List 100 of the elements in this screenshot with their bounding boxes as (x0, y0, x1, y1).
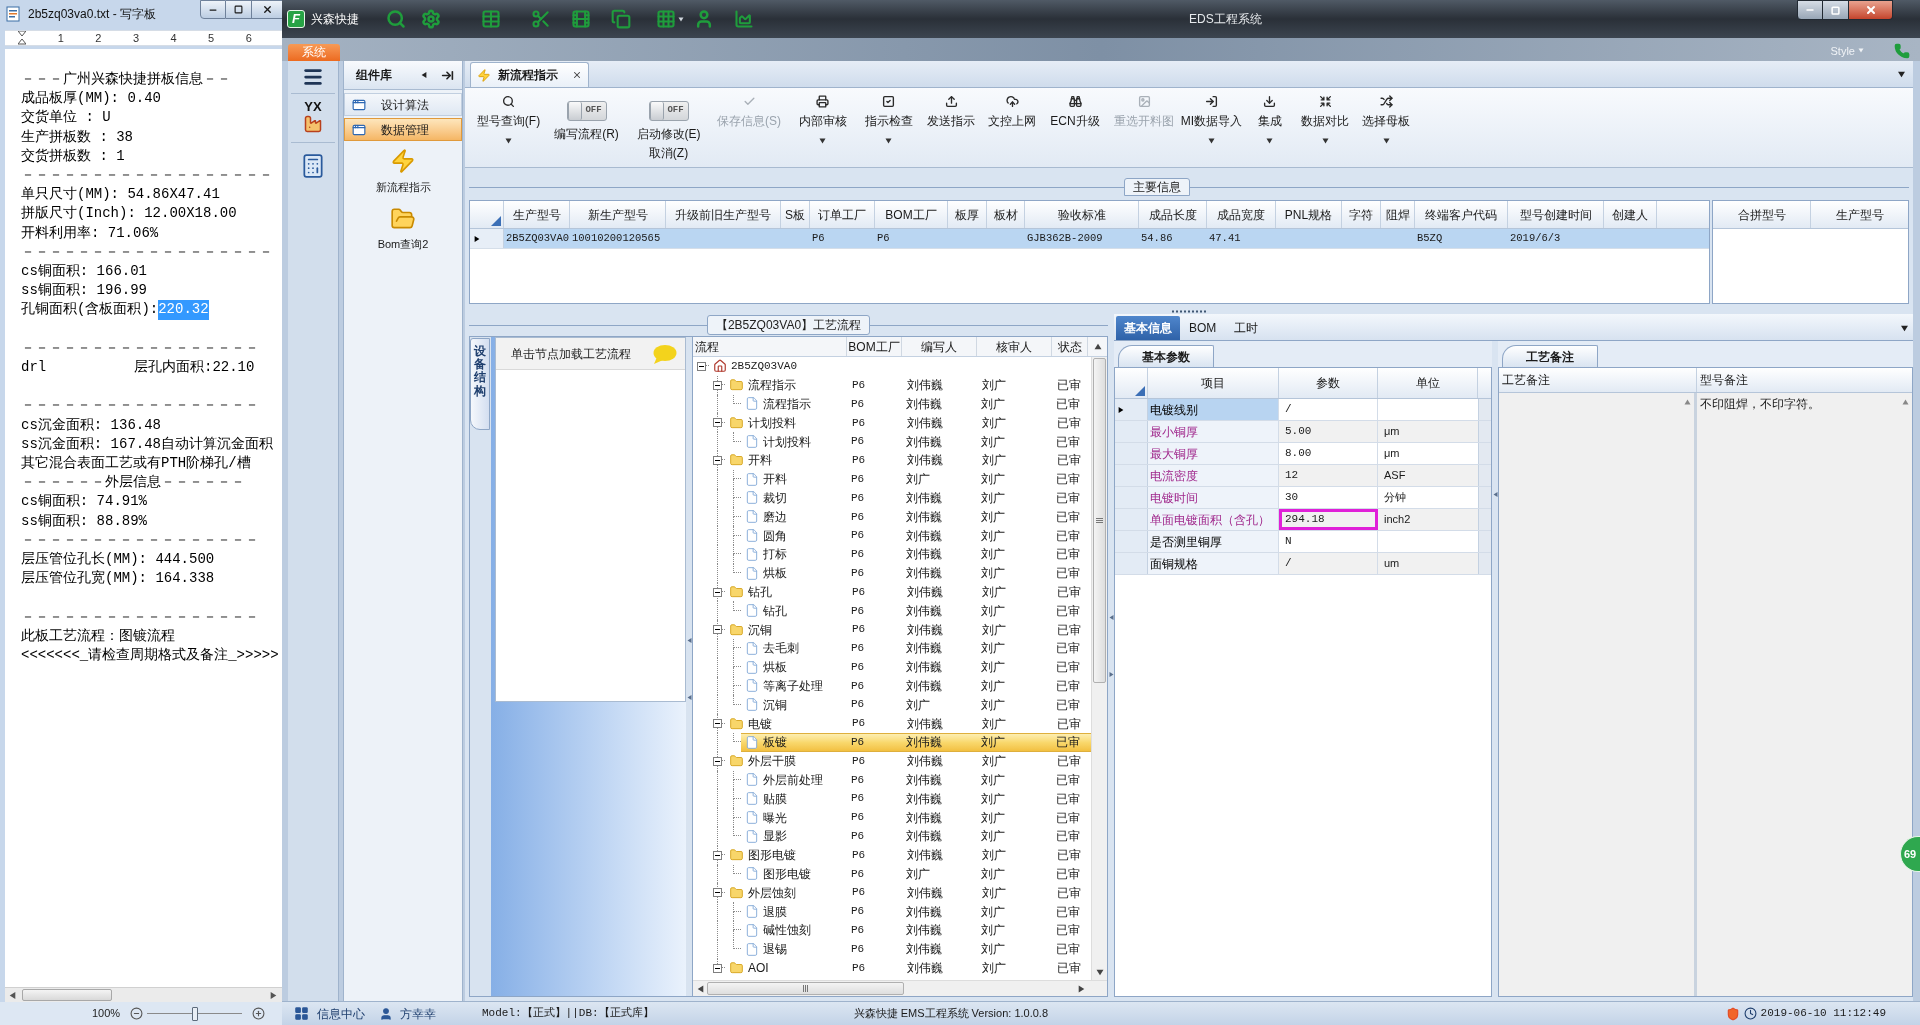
caret-left-icon[interactable] (421, 71, 427, 79)
scroll-left-icon[interactable] (697, 984, 704, 993)
tree-row[interactable]: 去毛刺 P6 刘伟巍 刘广 已审 (741, 638, 1091, 658)
remark-field[interactable] (1499, 393, 1697, 996)
tree-row[interactable]: 沉铜 P6 刘伟巍 刘广 已审 (725, 620, 1091, 639)
toolbar-button[interactable]: 型号查询(F) (474, 88, 543, 167)
slider-thumb[interactable] (191, 1006, 198, 1021)
gear-icon[interactable] (421, 9, 441, 29)
toolbar-button[interactable]: 指示检查 (862, 88, 915, 167)
tree-row[interactable]: 碱性蚀刻 P6 刘伟巍 刘广 已审 (741, 920, 1091, 940)
scroll-left-icon[interactable] (9, 991, 16, 999)
toolbar-button[interactable]: 内部审核 (796, 88, 849, 167)
toggle-switch[interactable]: OFF (566, 101, 607, 121)
collapse-icon[interactable] (713, 963, 722, 973)
zoom-in-icon[interactable] (252, 1007, 266, 1020)
toggle-switch[interactable]: OFF (648, 101, 689, 121)
toolbar-button[interactable]: 集成 (1255, 88, 1284, 167)
toolbar-button[interactable]: 选择母板 (1360, 88, 1412, 167)
collapse-icon[interactable] (713, 888, 722, 898)
copy-icon[interactable] (611, 9, 631, 29)
tree-row[interactable]: 退膜 P6 刘伟巍 刘广 已审 (741, 902, 1091, 921)
column-header[interactable]: 项目 (1148, 368, 1279, 398)
grid-icon[interactable] (656, 9, 676, 29)
vertical-tab[interactable]: 设备结构 (470, 338, 490, 430)
collapse-icon[interactable] (713, 418, 722, 428)
calculator-icon[interactable] (300, 153, 326, 179)
tree-row[interactable]: 烘板 P6 刘伟巍 刘广 已审 (741, 563, 1091, 583)
dropdown-icon[interactable] (1897, 71, 1906, 78)
column-header[interactable]: 升级前旧生产型号 (666, 201, 781, 228)
menu-button[interactable]: 信息中心 (294, 1004, 365, 1023)
tree-row[interactable]: 电镀 P6 刘伟巍 刘广 已审 (725, 714, 1091, 733)
user-button[interactable]: 方幸幸 (379, 1004, 436, 1023)
scroll-up-icon[interactable] (1093, 343, 1102, 350)
tree-row[interactable]: 曝光 P6 刘伟巍 刘广 已审 (741, 808, 1091, 827)
collapse-icon[interactable] (713, 625, 722, 635)
component-tile[interactable]: 新流程指示 (344, 147, 462, 196)
column-header[interactable]: 创建人 (1604, 201, 1657, 228)
tree-row[interactable]: 外层前处理 P6 刘伟巍 刘广 已审 (741, 770, 1091, 790)
column-header[interactable]: 板厚 (948, 201, 987, 228)
menu-icon[interactable] (301, 66, 325, 88)
tree-row[interactable]: 等离子处理 P6 刘伟巍 刘广 已审 (741, 676, 1091, 696)
row-indicator[interactable] (1115, 399, 1148, 420)
scrollbar-thumb[interactable] (1093, 358, 1106, 683)
column-header[interactable]: 生产型号 (1811, 201, 1908, 228)
dropdown-icon[interactable] (1900, 325, 1909, 332)
row-indicator[interactable] (470, 229, 504, 248)
tree-row[interactable]: 外层蚀刻 P6 刘伟巍 刘广 已审 (725, 883, 1091, 903)
sub-tab[interactable]: 基本参数 (1118, 345, 1214, 367)
column-header[interactable]: S板 (781, 201, 810, 228)
tree-row[interactable]: 打标 P6 刘伟巍 刘广 已审 (741, 544, 1091, 564)
close-button[interactable] (1849, 0, 1893, 20)
tree-row[interactable]: 圆角 P6 刘伟巍 刘广 已审 (741, 526, 1091, 545)
tree-row[interactable]: 外层干膜 P6 刘伟巍 刘广 已审 (725, 751, 1091, 771)
tree-row[interactable]: 烘板 P6 刘伟巍 刘广 已审 (741, 657, 1091, 677)
toolbar-button[interactable]: 文控上网 (986, 88, 1038, 167)
scroll-down-icon[interactable] (1095, 969, 1104, 976)
tree-row[interactable]: 图形电镀 P6 刘广 刘广 已审 (741, 864, 1091, 884)
tree-row[interactable]: 计划投料 P6 刘伟巍 刘广 已审 (725, 413, 1091, 433)
column-header[interactable]: 验收标准 (1025, 201, 1139, 228)
tree-row[interactable]: 开料 P6 刘广 刘广 已审 (741, 469, 1091, 489)
column-header[interactable]: 流程 (693, 337, 847, 356)
tab[interactable]: BOM (1180, 316, 1226, 340)
collapse-icon[interactable] (713, 587, 722, 597)
collapse-icon[interactable] (713, 380, 722, 390)
column-header[interactable]: 字符 (1342, 201, 1381, 228)
tree-row[interactable]: 钻孔 P6 刘伟巍 刘广 已审 (725, 582, 1091, 602)
tree-row[interactable]: 钻孔 P6 刘伟巍 刘广 已审 (741, 601, 1091, 621)
column-header[interactable]: 核审人 (977, 337, 1052, 356)
column-header[interactable]: 工艺备注 (1499, 368, 1697, 392)
column-header[interactable]: 新生产型号 (570, 201, 666, 228)
search-icon[interactable] (386, 9, 406, 29)
scroll-right-icon[interactable] (1078, 984, 1085, 993)
tree-row[interactable]: 开料 P6 刘伟巍 刘广 已审 (725, 451, 1091, 470)
tree-row[interactable]: 计划投料 P6 刘伟巍 刘广 已审 (741, 432, 1091, 451)
column-header[interactable]: 型号创建时间 (1508, 201, 1604, 228)
tree-row[interactable]: 流程指示 P6 刘伟巍 刘广 已审 (725, 375, 1091, 395)
zoom-slider[interactable] (147, 1006, 243, 1021)
arrow-to-line-icon[interactable] (441, 68, 454, 82)
tree-row[interactable]: AOI P6 刘伟巍 刘广 已审 (725, 958, 1091, 978)
sub-tab[interactable]: 工艺备注 (1502, 345, 1598, 367)
tree-row[interactable]: 图形电镀 P6 刘伟巍 刘广 已审 (725, 845, 1091, 865)
tree-row[interactable]: 贴膜 P6 刘伟巍 刘广 已审 (741, 789, 1091, 809)
tree-row[interactable]: 裁切 P6 刘伟巍 刘广 已审 (741, 488, 1091, 508)
collapse-icon[interactable] (713, 456, 722, 465)
scroll-right-icon[interactable] (270, 991, 277, 999)
film-icon[interactable] (571, 9, 591, 29)
column-header[interactable]: 终端客户代码 (1415, 201, 1508, 228)
column-header[interactable]: 板材 (987, 201, 1025, 228)
close-button[interactable] (252, 0, 282, 19)
tree-row[interactable]: 显影 P6 刘伟巍 刘广 已审 (741, 826, 1091, 846)
column-header[interactable]: 阻焊 (1381, 201, 1415, 228)
zoom-out-icon[interactable] (130, 1007, 144, 1020)
tree-row[interactable]: 流程指示 P6 刘伟巍 刘广 已审 (741, 394, 1091, 414)
column-header[interactable]: 成品宽度 (1207, 201, 1276, 228)
column-header[interactable]: 单位 (1378, 368, 1478, 398)
collapse-icon[interactable] (713, 756, 722, 766)
column-header[interactable]: 型号备注 (1697, 368, 1912, 392)
splitter-grip-icon[interactable] (1171, 309, 1207, 313)
column-header[interactable]: 合拼型号 (1713, 201, 1811, 228)
column-header[interactable]: 订单工厂 (810, 201, 875, 228)
